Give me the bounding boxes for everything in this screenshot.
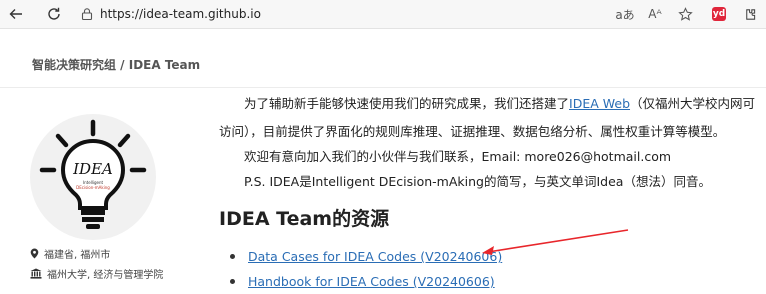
intro-line-4: P.S. IDEA是Intelligent DEcision-mAking的简写… <box>244 174 711 189</box>
team-logo-avatar: IDEA Intelligent DEcision-mAking <box>30 114 156 240</box>
annotation-arrow-icon <box>482 229 629 255</box>
logo-subtext-2: DEcision-mAking <box>76 185 110 190</box>
resources-heading: IDEA Team的资源 <box>219 208 390 230</box>
extension-badge[interactable]: yd <box>709 4 729 24</box>
location-text: 福建省, 福州市 <box>44 250 111 261</box>
address-bar[interactable]: https://idea-team.github.io <box>80 3 600 25</box>
text-size-icon[interactable]: Aᴬ <box>645 4 665 24</box>
logo-text: IDEA <box>72 160 113 178</box>
affiliation-row: 福州大学, 经济与管理学院 <box>30 266 163 281</box>
intro-line-3: 欢迎有意向加入我们的小伙伴与我们联系，Email: more026@hotmai… <box>244 149 672 164</box>
reload-icon[interactable] <box>44 4 64 24</box>
resources-list: Data Cases for IDEA Codes (V20240606) Ha… <box>230 244 502 294</box>
map-marker-icon <box>30 248 39 259</box>
site-title[interactable]: 智能决策研究组 / IDEA Team <box>32 56 200 73</box>
header-divider <box>0 87 766 88</box>
intro-line-1: 为了辅助新手能够快速使用我们的研究成果，我们还搭建了IDEA Web（仅福州大学… <box>244 96 756 111</box>
location-row: 福建省, 福州市 <box>30 246 110 261</box>
intro-line-2: 访问），目前提供了界面化的规则库推理、证据推理、数据包络分析、属性权重计算等模型… <box>219 124 726 139</box>
data-cases-link[interactable]: Data Cases for IDEA Codes (V20240606) <box>248 249 502 264</box>
bullet-icon <box>230 254 235 259</box>
university-icon <box>30 268 42 279</box>
url-text: https://idea-team.github.io <box>100 7 261 21</box>
browser-toolbar: https://idea-team.github.io aあ Aᴬ yd <box>0 0 766 29</box>
favorite-star-icon[interactable] <box>675 4 695 24</box>
extensions-icon[interactable] <box>740 4 760 24</box>
affiliation-text: 福州大学, 经济与管理学院 <box>47 270 164 281</box>
resource-item-handbook: Handbook for IDEA Codes (V20240606) <box>230 269 502 294</box>
idea-web-link[interactable]: IDEA Web <box>569 96 630 111</box>
handbook-link[interactable]: Handbook for IDEA Codes (V20240606) <box>248 274 495 289</box>
back-arrow-icon[interactable] <box>6 4 26 24</box>
bullet-icon <box>230 279 235 284</box>
read-aloud-icon[interactable]: aあ <box>615 4 635 24</box>
lock-icon <box>81 8 93 21</box>
resource-item-data-cases: Data Cases for IDEA Codes (V20240606) <box>230 244 502 269</box>
